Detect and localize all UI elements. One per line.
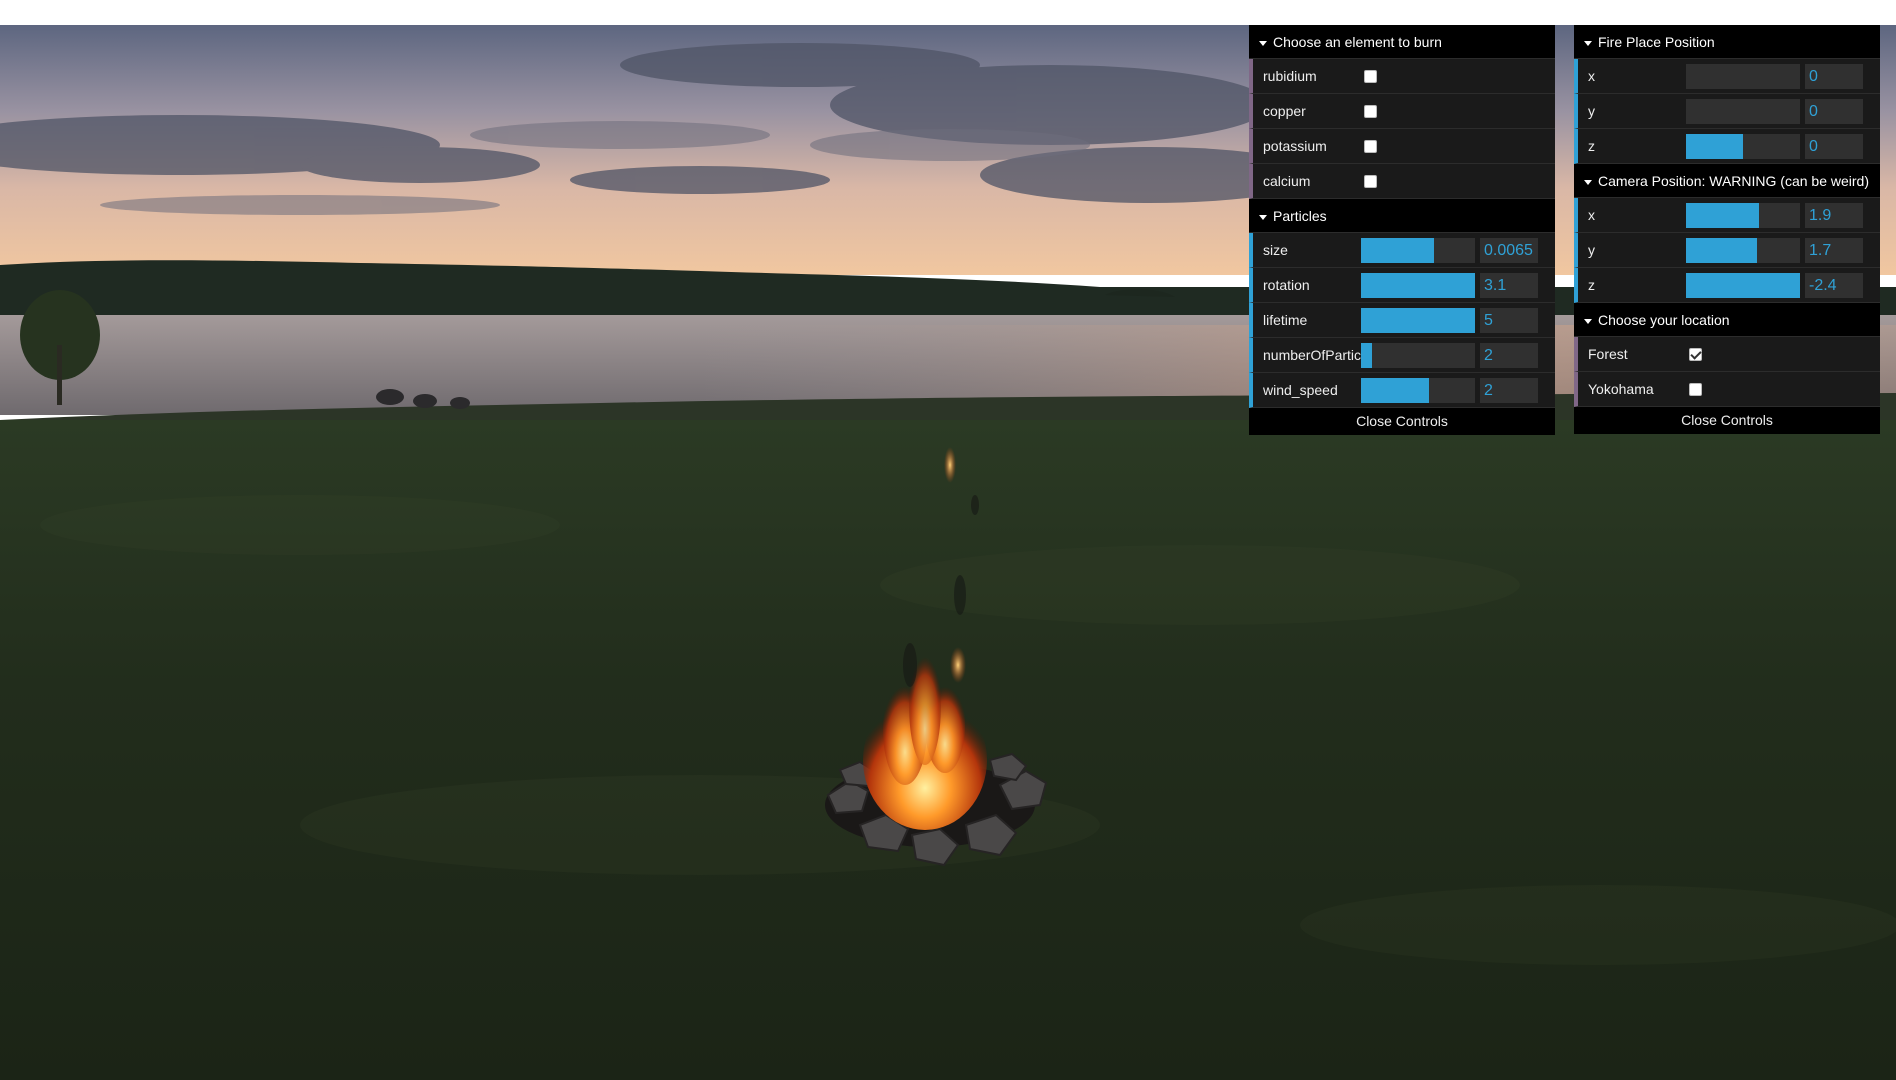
folder-title-label: Choose an element to burn	[1273, 34, 1442, 50]
folder-title-label: Fire Place Position	[1598, 34, 1715, 50]
size-slider[interactable]	[1361, 237, 1475, 263]
slider-fill	[1686, 272, 1800, 298]
checkbox-label: calcium	[1263, 173, 1311, 189]
particle-row-lifetime: lifetime 5	[1249, 303, 1555, 338]
wind-speed-slider[interactable]	[1361, 377, 1475, 403]
checkbox-label: Yokohama	[1588, 381, 1654, 397]
close-controls-button[interactable]: Close Controls	[1574, 407, 1880, 434]
forest-checkbox[interactable]	[1689, 347, 1702, 361]
camera-x-slider[interactable]	[1686, 202, 1800, 228]
close-controls-button[interactable]: Close Controls	[1249, 408, 1555, 435]
checkbox-label: Forest	[1588, 346, 1628, 362]
folder-title-particles[interactable]: Particles	[1249, 199, 1555, 233]
calcium-checkbox[interactable]	[1364, 174, 1377, 188]
caret-down-icon	[1584, 318, 1592, 324]
particle-row-rotation: rotation 3.1	[1249, 268, 1555, 303]
slider-label: z	[1588, 138, 1595, 154]
controls-panel-left: Choose an element to burn rubidium coppe…	[1249, 25, 1555, 435]
camera-row-y: y 1.7	[1574, 233, 1880, 268]
location-row-yokohama[interactable]: Yokohama	[1574, 372, 1880, 407]
rubidium-checkbox[interactable]	[1364, 69, 1377, 83]
lifetime-slider[interactable]	[1361, 307, 1475, 333]
rotation-input[interactable]: 3.1	[1480, 272, 1538, 298]
slider-fill	[1686, 133, 1743, 159]
location-row-forest[interactable]: Forest	[1574, 337, 1880, 372]
element-row-copper[interactable]: copper	[1249, 94, 1555, 129]
fire-x-input[interactable]: 0	[1805, 63, 1863, 89]
slider-fill	[1361, 377, 1430, 403]
slider-fill	[1361, 272, 1475, 298]
number-of-particles-input[interactable]: 2	[1480, 342, 1538, 368]
particle-row-size: size 0.0065	[1249, 233, 1555, 268]
slider-fill	[1686, 237, 1757, 263]
slider-label: wind_speed	[1263, 382, 1338, 398]
camera-z-slider[interactable]	[1686, 272, 1800, 298]
checkbox-label: potassium	[1263, 138, 1327, 154]
fire-z-input[interactable]: 0	[1805, 133, 1863, 159]
rotation-slider[interactable]	[1361, 272, 1475, 298]
camera-y-input[interactable]: 1.7	[1805, 237, 1863, 263]
slider-label: numberOfParticles	[1263, 347, 1361, 363]
camera-y-slider[interactable]	[1686, 237, 1800, 263]
fire-z-slider[interactable]	[1686, 133, 1800, 159]
slider-fill	[1686, 202, 1759, 228]
fire-x-slider[interactable]	[1686, 63, 1800, 89]
size-input[interactable]: 0.0065	[1480, 237, 1538, 263]
camera-z-input[interactable]: -2.4	[1805, 272, 1863, 298]
folder-title-elements[interactable]: Choose an element to burn	[1249, 25, 1555, 59]
yokohama-checkbox[interactable]	[1689, 382, 1702, 396]
slider-label: size	[1263, 242, 1288, 258]
fire-row-z: z 0	[1574, 129, 1880, 164]
folder-title-fire-position[interactable]: Fire Place Position	[1574, 25, 1880, 59]
caret-down-icon	[1584, 179, 1592, 185]
slider-fill	[1361, 342, 1373, 368]
folder-title-label: Choose your location	[1598, 312, 1730, 328]
particle-row-wind: wind_speed 2	[1249, 373, 1555, 408]
fire-row-x: x 0	[1574, 59, 1880, 94]
slider-label: x	[1588, 207, 1595, 223]
element-row-rubidium[interactable]: rubidium	[1249, 59, 1555, 94]
camera-row-z: z -2.4	[1574, 268, 1880, 303]
slider-fill	[1361, 237, 1434, 263]
fire-row-y: y 0	[1574, 94, 1880, 129]
caret-down-icon	[1259, 214, 1267, 220]
checkbox-label: rubidium	[1263, 68, 1317, 84]
lifetime-input[interactable]: 5	[1480, 307, 1538, 333]
folder-title-location[interactable]: Choose your location	[1574, 303, 1880, 337]
folder-title-label: Camera Position: WARNING (can be weird)	[1598, 173, 1870, 189]
slider-label: z	[1588, 277, 1595, 293]
checkbox-label: copper	[1263, 103, 1306, 119]
camera-x-input[interactable]: 1.9	[1805, 202, 1863, 228]
copper-checkbox[interactable]	[1364, 104, 1377, 118]
caret-down-icon	[1259, 40, 1267, 46]
slider-fill	[1361, 307, 1475, 333]
potassium-checkbox[interactable]	[1364, 139, 1377, 153]
slider-label: x	[1588, 68, 1595, 84]
particle-row-count: numberOfParticles 2	[1249, 338, 1555, 373]
folder-title-label: Particles	[1273, 208, 1327, 224]
slider-label: y	[1588, 103, 1595, 119]
camera-row-x: x 1.9	[1574, 198, 1880, 233]
element-row-calcium[interactable]: calcium	[1249, 164, 1555, 199]
folder-title-camera-position[interactable]: Camera Position: WARNING (can be weird)	[1574, 164, 1880, 198]
element-row-potassium[interactable]: potassium	[1249, 129, 1555, 164]
fire-y-slider[interactable]	[1686, 98, 1800, 124]
slider-label: lifetime	[1263, 312, 1308, 328]
slider-label: y	[1588, 242, 1595, 258]
slider-label: rotation	[1263, 277, 1310, 293]
controls-panel-right: Fire Place Position x 0 y 0 z 0 Camera P…	[1574, 25, 1880, 434]
caret-down-icon	[1584, 40, 1592, 46]
wind-speed-input[interactable]: 2	[1480, 377, 1538, 403]
fire-y-input[interactable]: 0	[1805, 98, 1863, 124]
number-of-particles-slider[interactable]	[1361, 342, 1475, 368]
